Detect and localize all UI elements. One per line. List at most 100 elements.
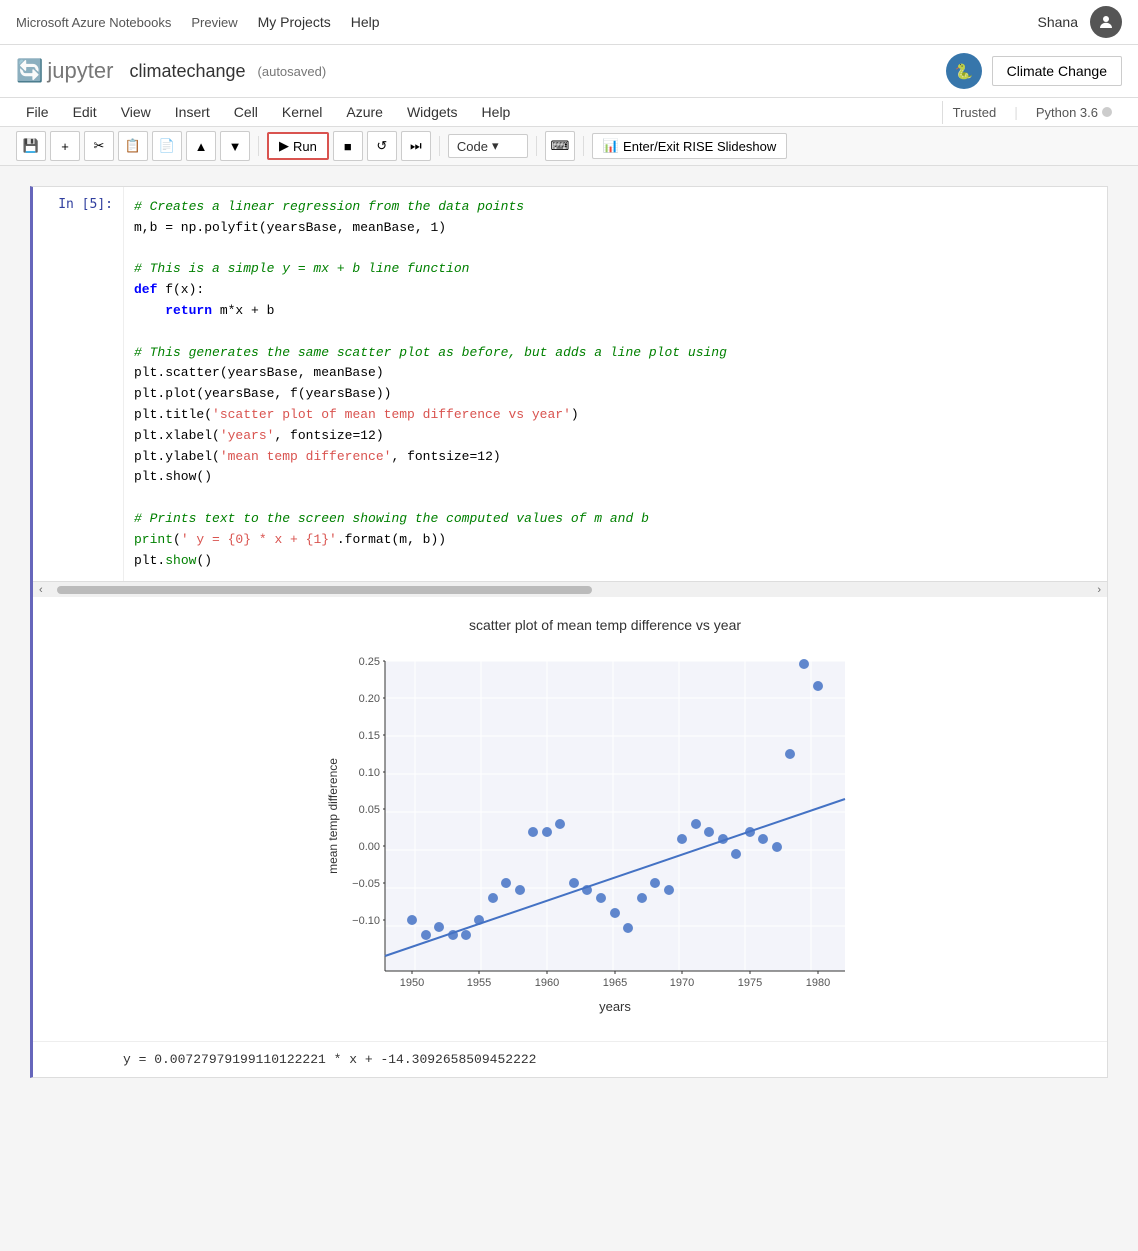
svg-text:1980: 1980 <box>806 977 830 989</box>
chart-title: scatter plot of mean temp difference vs … <box>469 617 741 633</box>
toolbar-sep-4 <box>583 136 584 156</box>
code-line-15: plt.show() <box>134 551 1097 572</box>
comment-1: # Creates a linear regression from the d… <box>134 199 524 214</box>
top-nav-links: My Projects Help <box>258 14 380 30</box>
menu-help[interactable]: Help <box>472 100 521 124</box>
preview-label: Preview <box>191 15 237 30</box>
chart-container: scatter plot of mean temp difference vs … <box>123 607 1087 1031</box>
code-line-blank-3 <box>134 488 1097 509</box>
code-line-8: plt.plot(yearsBase, f(yearsBase)) <box>134 384 1097 405</box>
toolbar: 💾 + ✂ 📋 📄 ▲ ▼ ▶ Run ■ ↺ ⏭ Code ▾ ⌨ 📊 Ent… <box>0 127 1138 166</box>
svg-text:years: years <box>599 999 631 1014</box>
formula-output: y = 0.00727979199110122221 * x + -14.309… <box>33 1041 1107 1077</box>
code-line-13: # Prints text to the screen showing the … <box>134 509 1097 530</box>
brand-label: Microsoft Azure Notebooks <box>16 15 171 30</box>
rise-label: Enter/Exit RISE Slideshow <box>623 139 776 154</box>
jupyter-header: 🔄 jupyter climatechange (autosaved) 🐍 Cl… <box>0 45 1138 98</box>
output-area: scatter plot of mean temp difference vs … <box>33 597 1107 1041</box>
svg-text:1960: 1960 <box>535 977 559 989</box>
menu-edit[interactable]: Edit <box>63 100 107 124</box>
toolbar-sep-1 <box>258 136 259 156</box>
paste-button[interactable]: 📄 <box>152 131 182 161</box>
code-line-6: # This generates the same scatter plot a… <box>134 343 1097 364</box>
stop-button[interactable]: ■ <box>333 131 363 161</box>
top-nav-right: Shana <box>1038 6 1122 38</box>
cell-prompt: In [5]: <box>33 187 123 581</box>
cell-type-label: Code <box>457 139 488 154</box>
jupyter-right: 🐍 Climate Change <box>946 53 1122 89</box>
menu-kernel[interactable]: Kernel <box>272 100 332 124</box>
scrollbar-track[interactable] <box>57 586 592 594</box>
menu-view[interactable]: View <box>111 100 161 124</box>
svg-text:🐍: 🐍 <box>954 63 972 81</box>
notebook-name[interactable]: climatechange <box>129 61 245 82</box>
toolbar-sep-3 <box>536 136 537 156</box>
menu-insert[interactable]: Insert <box>165 100 220 124</box>
move-up-button[interactable]: ▲ <box>186 131 216 161</box>
fast-forward-button[interactable]: ⏭ <box>401 131 431 161</box>
menu-bar: File Edit View Insert Cell Kernel Azure … <box>0 98 1138 127</box>
run-label: Run <box>293 139 317 154</box>
svg-text:1975: 1975 <box>738 977 762 989</box>
menu-cell[interactable]: Cell <box>224 100 268 124</box>
code-line-10: plt.xlabel('years', fontsize=12) <box>134 426 1097 447</box>
svg-text:1955: 1955 <box>467 977 491 989</box>
rise-button[interactable]: 📊 Enter/Exit RISE Slideshow <box>592 133 787 159</box>
code-line-11: plt.ylabel('mean temp difference', fonts… <box>134 447 1097 468</box>
move-down-button[interactable]: ▼ <box>220 131 250 161</box>
code-line-2: m,b = np.polyfit(yearsBase, meanBase, 1) <box>134 218 1097 239</box>
svg-text:0.20: 0.20 <box>359 693 380 705</box>
copy-button[interactable]: 📋 <box>118 131 148 161</box>
restart-button[interactable]: ↺ <box>367 131 397 161</box>
cut-button[interactable]: ✂ <box>84 131 114 161</box>
cell-type-select[interactable]: Code ▾ <box>448 134 528 158</box>
top-nav: Microsoft Azure Notebooks Preview My Pro… <box>0 0 1138 45</box>
cell-code[interactable]: # Creates a linear regression from the d… <box>123 187 1107 581</box>
code-cell: In [5]: # Creates a linear regression fr… <box>30 186 1108 1078</box>
save-button[interactable]: 💾 <box>16 131 46 161</box>
svg-text:−0.10: −0.10 <box>352 915 380 927</box>
add-cell-button[interactable]: + <box>50 131 80 161</box>
cell-input: In [5]: # Creates a linear regression fr… <box>33 187 1107 581</box>
trusted-badge: Trusted <box>942 101 1007 124</box>
scroll-left-arrow[interactable]: ‹ <box>35 584 47 596</box>
code-line-7: plt.scatter(yearsBase, meanBase) <box>134 363 1097 384</box>
svg-text:0.05: 0.05 <box>359 804 380 816</box>
svg-text:0.10: 0.10 <box>359 767 380 779</box>
code-line-blank-2 <box>134 322 1097 343</box>
svg-text:1950: 1950 <box>400 977 424 989</box>
autosaved-label: (autosaved) <box>258 64 327 79</box>
chart-icon: 📊 <box>603 138 619 154</box>
top-nav-left: Microsoft Azure Notebooks Preview My Pro… <box>16 14 380 30</box>
kernel-dot <box>1102 107 1112 117</box>
chevron-down-icon: ▾ <box>492 138 499 154</box>
jupyter-brand: 🔄 jupyter climatechange (autosaved) <box>16 58 326 84</box>
toolbar-sep-2 <box>439 136 440 156</box>
keyboard-button[interactable]: ⌨ <box>545 131 575 161</box>
code-line-blank-1 <box>134 239 1097 260</box>
run-button[interactable]: ▶ Run <box>267 132 329 160</box>
menu-azure[interactable]: Azure <box>336 100 393 124</box>
jupyter-logo: 🔄 jupyter <box>16 58 113 84</box>
jupyter-logo-icon: 🔄 <box>16 58 43 84</box>
svg-text:1965: 1965 <box>603 977 627 989</box>
code-line-9: plt.title('scatter plot of mean temp dif… <box>134 405 1097 426</box>
code-line-5: return m*x + b <box>134 301 1097 322</box>
help-link[interactable]: Help <box>351 14 380 30</box>
code-line-1: # Creates a linear regression from the d… <box>134 197 1097 218</box>
my-projects-link[interactable]: My Projects <box>258 14 331 30</box>
menu-file[interactable]: File <box>16 100 59 124</box>
svg-text:0.15: 0.15 <box>359 730 380 742</box>
main-content: In [5]: # Creates a linear regression fr… <box>0 166 1138 1108</box>
svg-text:mean temp difference: mean temp difference <box>326 758 340 874</box>
cell-scrollbar: ‹ › <box>33 581 1107 597</box>
python-icon: 🐍 <box>946 53 982 89</box>
jupyter-text: jupyter <box>47 58 113 84</box>
climate-change-button[interactable]: Climate Change <box>992 56 1122 86</box>
scatter-chart: 0.25 0.20 0.15 0.10 0.05 0.00 <box>325 641 885 1021</box>
scroll-right-arrow[interactable]: › <box>1093 584 1105 596</box>
python-version: Python 3.6 <box>1026 101 1122 124</box>
avatar[interactable] <box>1090 6 1122 38</box>
code-line-14: print(' y = {0} * x + {1}'.format(m, b)) <box>134 530 1097 551</box>
menu-widgets[interactable]: Widgets <box>397 100 468 124</box>
